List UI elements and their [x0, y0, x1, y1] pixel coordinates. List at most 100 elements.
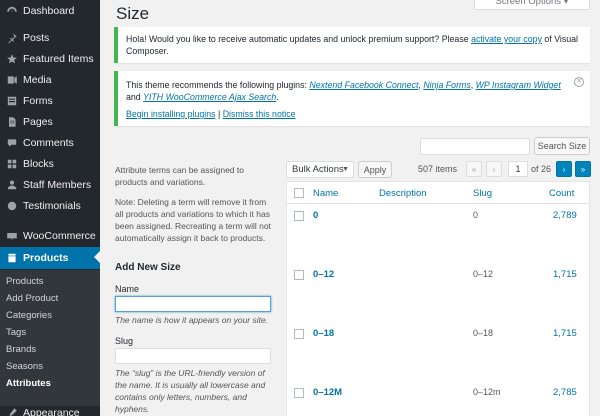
chevron-down-icon: ▼	[342, 166, 349, 173]
last-page-button[interactable]: »	[575, 161, 591, 177]
submenu-add-product[interactable]: Add Product	[6, 293, 58, 304]
plugins-notice-text: This theme recommends the following plug…	[126, 80, 561, 102]
blocks-icon	[6, 158, 18, 170]
select-all-checkbox[interactable]	[294, 188, 304, 198]
menu-woocommerce[interactable]: WooCommerce	[0, 225, 100, 246]
row-checkbox[interactable]	[294, 329, 304, 339]
comments-icon	[6, 137, 18, 149]
term-name-link[interactable]: 0–12M	[313, 387, 342, 398]
column-slug[interactable]: Slug	[473, 188, 492, 199]
plugin-link-yith[interactable]: YITH WooCommerce Ajax Search	[143, 92, 276, 102]
menu-pages[interactable]: Pages	[0, 111, 100, 132]
add-new-title: Add New Size	[115, 262, 181, 273]
close-icon[interactable]: ✕	[574, 77, 584, 87]
admin-sidebar: Dashboard Posts Featured Items Media For…	[0, 0, 100, 416]
term-count-link[interactable]: 2,789	[553, 210, 577, 221]
submenu-products[interactable]: Products	[6, 276, 44, 287]
update-notice: Hola! Would you like to receive automati…	[114, 27, 590, 63]
column-name[interactable]: Name	[313, 188, 338, 199]
bulk-actions-select[interactable]: Bulk Actions ▼	[286, 161, 354, 178]
menu-label: Products	[23, 252, 69, 264]
screen-options-button[interactable]: Screen Options ▾	[474, 0, 590, 10]
menu-staff-members[interactable]: Staff Members	[0, 174, 100, 195]
plugin-link-nextend[interactable]: Nextend Facebook Connect	[309, 80, 418, 90]
menu-blocks[interactable]: Blocks	[0, 153, 100, 174]
term-count-link[interactable]: 2,785	[553, 387, 577, 398]
menu-label: Appearance	[23, 406, 80, 416]
menu-label: Blocks	[23, 157, 54, 170]
menu-forms[interactable]: Forms	[0, 90, 100, 111]
menu-label: Forms	[23, 94, 53, 107]
menu-products[interactable]: Products	[0, 247, 100, 269]
row-checkbox[interactable]	[294, 270, 304, 280]
menu-label: Pages	[23, 115, 53, 128]
menu-label: Featured Items	[23, 52, 94, 65]
terms-table: Name Description Slug Count 0 0 2,789 0–…	[286, 181, 590, 416]
media-icon	[6, 74, 18, 86]
forms-icon	[6, 95, 18, 107]
star-icon	[6, 53, 18, 65]
activate-copy-link[interactable]: activate your copy	[471, 34, 542, 44]
woocommerce-icon	[6, 230, 18, 242]
submenu-brands[interactable]: Brands	[6, 344, 36, 355]
page-title: Size	[116, 4, 150, 23]
term-slug: 0	[473, 210, 479, 220]
menu-label: Staff Members	[23, 178, 92, 191]
menu-label: Dashboard	[23, 4, 75, 17]
term-count-link[interactable]: 1,715	[553, 328, 577, 339]
total-pages: of 26	[531, 164, 552, 174]
slug-input[interactable]	[115, 348, 271, 364]
apply-button[interactable]: Apply	[358, 161, 392, 178]
plugin-link-instagram[interactable]: WP Instagram Widget	[476, 80, 561, 90]
row-checkbox[interactable]	[294, 388, 304, 398]
menu-testimonials[interactable]: Testimonials	[0, 195, 100, 216]
attribute-help-text: Attribute terms can be assigned to produ…	[115, 165, 244, 187]
submenu-categories[interactable]: Categories	[6, 310, 52, 321]
products-icon	[6, 252, 18, 264]
name-description: The name is how it appears on your site.	[115, 315, 269, 325]
name-input[interactable]	[115, 296, 271, 312]
prev-page-button[interactable]: ‹	[486, 161, 502, 177]
term-slug: 0–12m	[473, 387, 501, 397]
first-page-button[interactable]: «	[466, 161, 482, 177]
slug-label: Slug	[115, 336, 134, 346]
pushpin-icon	[6, 32, 18, 44]
search-button[interactable]: Search Size	[534, 137, 590, 155]
term-name-link[interactable]: 0	[313, 210, 318, 221]
menu-label: Testimonials	[23, 199, 81, 212]
submenu-attributes[interactable]: Attributes	[6, 378, 51, 389]
term-name-link[interactable]: 0–12	[313, 269, 334, 280]
menu-featured-items[interactable]: Featured Items	[0, 48, 100, 69]
main-content: Screen Options ▾ Size Hola! Would you li…	[100, 0, 600, 416]
menu-dashboard[interactable]: Dashboard	[0, 0, 100, 21]
menu-media[interactable]: Media	[0, 69, 100, 90]
row-checkbox[interactable]	[294, 211, 304, 221]
column-count[interactable]: Count	[549, 188, 574, 199]
appearance-icon	[6, 407, 18, 416]
term-slug: 0–18	[473, 328, 494, 338]
term-name-link[interactable]: 0–18	[313, 328, 334, 339]
submenu-tags[interactable]: Tags	[6, 327, 26, 338]
plugins-notice: This theme recommends the following plug…	[114, 71, 590, 126]
products-submenu: Products Add Product Categories Tags Bra…	[0, 270, 100, 406]
dismiss-notice-link[interactable]: Dismiss this notice	[223, 109, 296, 119]
dashboard-icon	[6, 5, 18, 17]
delete-note-text: Note: Deleting a term will remove it fro…	[115, 197, 271, 243]
plugin-link-ninja-forms[interactable]: Ninja Forms	[423, 80, 470, 90]
staff-icon	[6, 179, 18, 191]
current-page-input[interactable]: 1	[508, 161, 528, 177]
term-count-link[interactable]: 1,715	[553, 269, 577, 280]
name-label: Name	[115, 284, 140, 294]
testimonials-icon	[6, 200, 18, 212]
pages-icon	[6, 116, 18, 128]
items-count: 507 items	[418, 164, 458, 174]
menu-comments[interactable]: Comments	[0, 132, 100, 153]
plugins-notice-actions: Begin installing plugins | Dismiss this …	[126, 109, 296, 119]
column-description[interactable]: Description	[379, 188, 427, 199]
menu-appearance[interactable]: Appearance	[0, 402, 100, 416]
menu-posts[interactable]: Posts	[0, 27, 100, 48]
submenu-seasons[interactable]: Seasons	[6, 361, 43, 372]
next-page-button[interactable]: ›	[556, 161, 572, 177]
begin-installing-link[interactable]: Begin installing plugins	[126, 109, 216, 119]
search-input[interactable]	[420, 138, 530, 155]
